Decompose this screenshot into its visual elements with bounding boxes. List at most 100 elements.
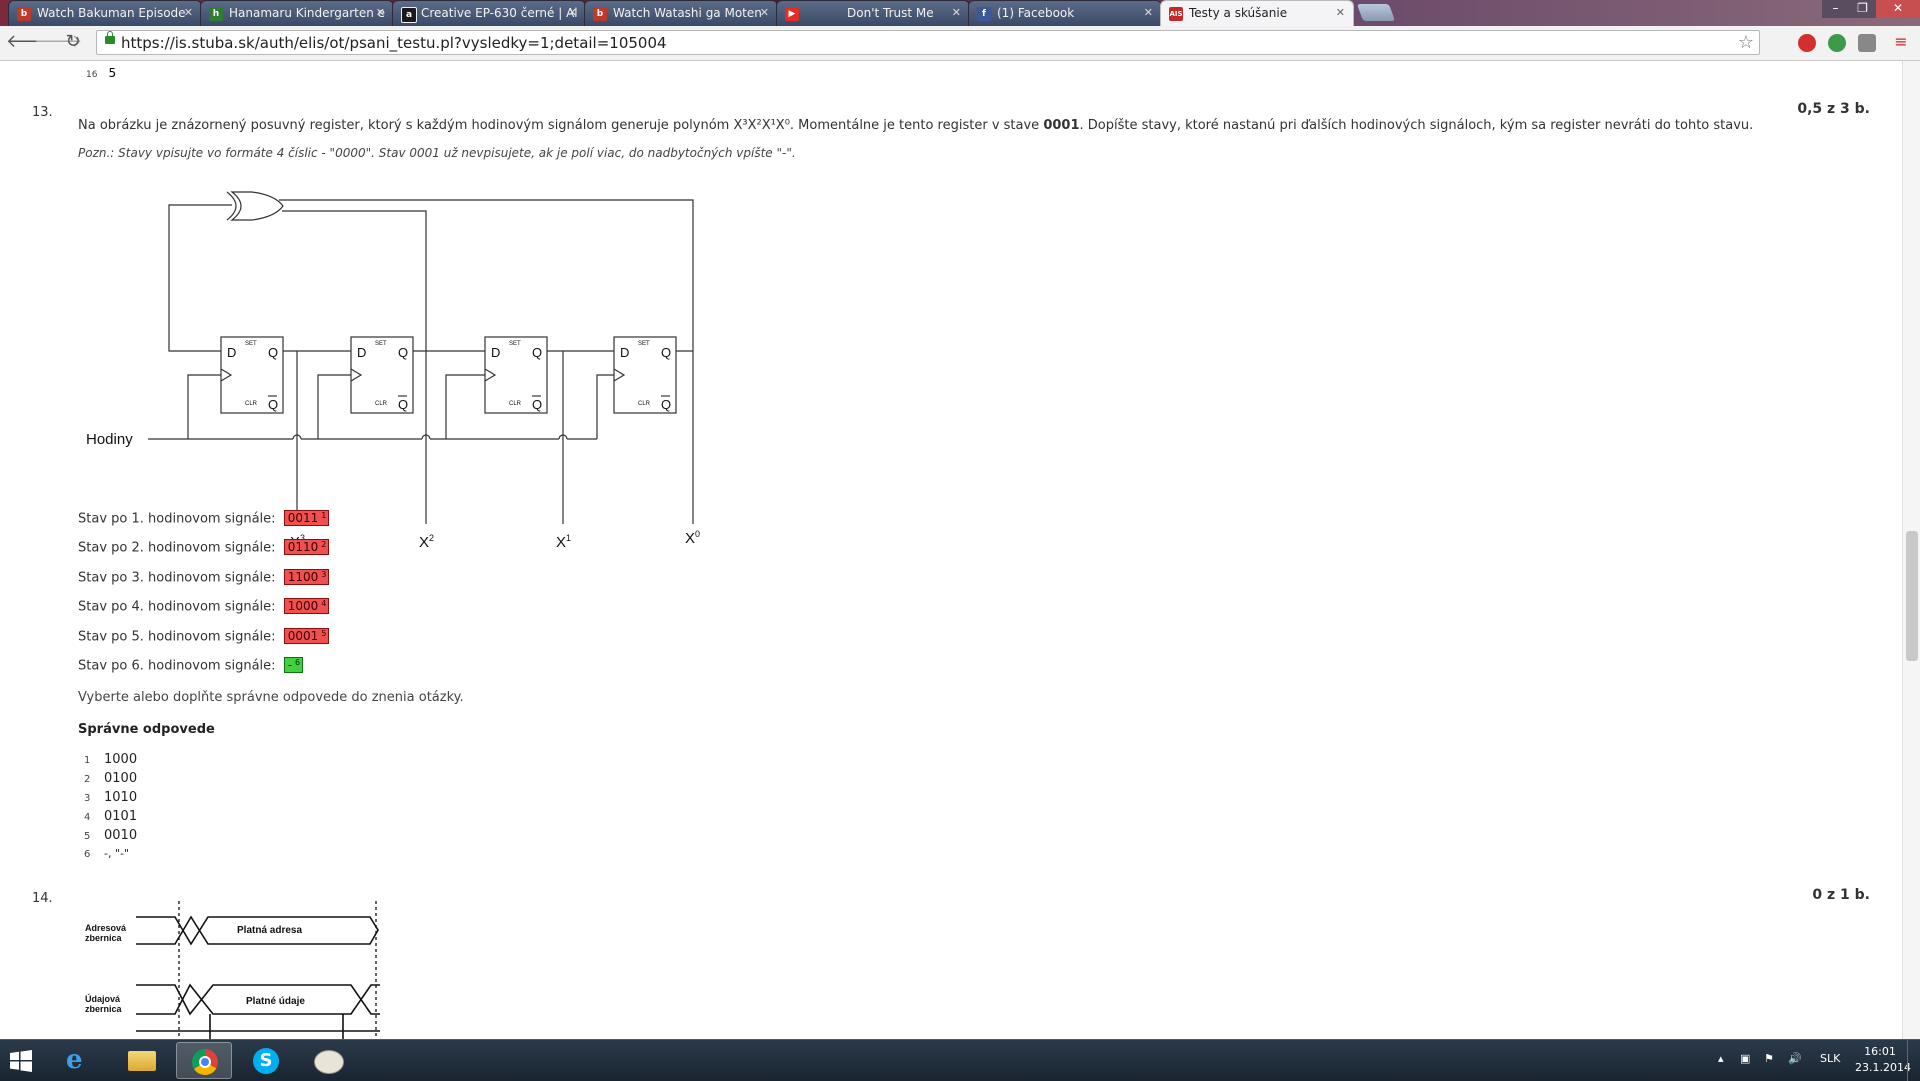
browser-tab[interactable]: f (1) Facebook ✕ [968, 0, 1162, 26]
url-text[interactable]: https://is.stuba.sk/auth/elis/ot/psani_t… [121, 34, 667, 52]
close-tab-icon[interactable]: ✕ [1336, 1, 1345, 25]
state-row: Stav po 6. hodinovom signále: -6 [78, 657, 304, 676]
adblock-extension-icon[interactable] [1798, 34, 1816, 52]
question-text: Na obrázku je znázornený posuvný registe… [78, 118, 1754, 133]
show-desktop-button[interactable] [1907, 1040, 1920, 1081]
svg-text:Q: Q [398, 397, 408, 412]
minimize-button[interactable]: – [1822, 0, 1849, 18]
svg-text:D: D [620, 345, 629, 360]
close-window-button[interactable]: ✕ [1876, 0, 1920, 18]
answer-field-correct[interactable]: -6 [283, 657, 304, 673]
back-button[interactable]: 🡐 [6, 31, 54, 53]
browser-tab[interactable]: ▶ Don't Trust Me ✕ [776, 0, 970, 26]
bus-timing-diagram: Adresová zbernica Údajová zbernica Platn… [85, 901, 380, 1039]
close-tab-icon[interactable]: ✕ [184, 1, 193, 25]
system-clock[interactable]: 16:01 23.1.2014 [1855, 1044, 1911, 1076]
windows-taskbar: e S ▴ ▣ ⚑ 🔊 SLK 16:01 23.1.2014 [0, 1039, 1920, 1081]
browser-tab[interactable]: a Creative EP-630 černé | Al ✕ [392, 0, 586, 26]
close-tab-icon[interactable]: ✕ [760, 1, 769, 25]
answer-field-wrong[interactable]: 1100 3 [283, 569, 330, 585]
page-scrollbar[interactable] [1902, 61, 1920, 1039]
extension-icon[interactable] [1828, 34, 1846, 52]
svg-text:SET: SET [638, 341, 650, 347]
answer-field-wrong[interactable]: 1000 4 [283, 598, 330, 614]
address-bar[interactable]: https://is.stuba.sk/auth/elis/ot/psani_t… [96, 30, 1760, 55]
taskbar-explorer-button[interactable] [114, 1042, 170, 1079]
close-tab-icon[interactable]: ✕ [1144, 1, 1153, 25]
svg-text:Platná adresa: Platná adresa [237, 925, 302, 936]
scrollbar-thumb[interactable] [1906, 531, 1918, 661]
initial-state: 0001 [1043, 118, 1080, 133]
shift-register-diagram: Hodiny D Q SET CLR Q D Q SET CLR Q D Q S… [86, 191, 700, 551]
tab-title: Hanamaru Kindergarten e [229, 6, 386, 20]
maximize-button[interactable]: ❐ [1849, 0, 1876, 18]
paint-icon [314, 1050, 344, 1074]
svg-text:Q: Q [268, 397, 278, 412]
answer-field-wrong[interactable]: 0001 5 [283, 628, 330, 644]
browser-title-bar: b Watch Bakuman Episode ✕ h Hanamaru Kin… [0, 0, 1920, 26]
windows-start-icon [10, 1050, 32, 1072]
network-icon[interactable]: ▣ [1740, 1052, 1750, 1065]
extension-icon[interactable] [1858, 34, 1876, 52]
correct-answers-heading: Správne odpovede [78, 722, 215, 737]
question-points: 0,5 z 3 b. [1797, 101, 1870, 117]
svg-text:SET: SET [375, 341, 387, 347]
svg-text:SET: SET [245, 341, 257, 347]
tab-title: Testy a skúšanie [1189, 6, 1288, 20]
svg-text:D: D [227, 345, 236, 360]
tap-label: X1 [556, 533, 571, 551]
show-hidden-icons[interactable]: ▴ [1718, 1052, 1724, 1065]
svg-text:Q: Q [661, 345, 671, 360]
chrome-menu-icon[interactable]: ≡ [1890, 31, 1912, 53]
youtube-icon: ▶ [785, 7, 799, 21]
new-tab-button[interactable] [1356, 4, 1396, 21]
svg-text:Platné údaje: Platné údaje [246, 996, 305, 1007]
svg-text:CLR: CLR [245, 401, 258, 407]
skype-icon: S [253, 1048, 279, 1074]
tab-title: Watch Watashi ga Moten [613, 6, 762, 20]
state-row: Stav po 5. hodinovom signále: 0001 5 [78, 628, 330, 647]
close-tab-icon[interactable]: ✕ [952, 1, 961, 25]
browser-tab-active[interactable]: AIS Testy a skúšanie ✕ [1160, 0, 1354, 26]
svg-text:Q: Q [532, 345, 542, 360]
action-center-icon[interactable]: ⚑ [1764, 1052, 1774, 1065]
answer-value: 5 [108, 66, 117, 80]
forward-button[interactable]: 🡒 [34, 31, 82, 53]
language-indicator[interactable]: SLK [1820, 1052, 1840, 1065]
state-row: Stav po 1. hodinovom signále: 0011 1 [78, 510, 330, 529]
browser-tab[interactable]: b Watch Watashi ga Moten ✕ [584, 0, 778, 26]
close-tab-icon[interactable]: ✕ [568, 1, 577, 25]
state-row: Stav po 2. hodinovom signále: 0110 2 [78, 539, 330, 558]
bookmark-star-icon[interactable]: ☆ [1738, 32, 1754, 53]
taskbar-chrome-button[interactable] [176, 1042, 232, 1079]
correct-answer-item: 2 0100 [84, 771, 138, 786]
svg-text:Q: Q [661, 397, 671, 412]
svg-text:SET: SET [509, 341, 521, 347]
answer-field-wrong[interactable]: 0011 1 [283, 510, 330, 526]
answer-field-wrong[interactable]: 0110 2 [283, 539, 330, 555]
file-explorer-icon [128, 1051, 156, 1071]
taskbar-paint-button[interactable] [300, 1042, 356, 1079]
tab-title: Creative EP-630 černé | Al [421, 6, 578, 20]
correct-answer-item: 5 0010 [84, 828, 138, 843]
browser-tab[interactable]: h Hanamaru Kindergarten e ✕ [200, 0, 394, 26]
state-row: Stav po 4. hodinovom signále: 1000 4 [78, 598, 330, 617]
reload-button[interactable]: ↻ [62, 31, 84, 53]
lock-icon [105, 31, 115, 44]
volume-icon[interactable]: 🔊 [1788, 1052, 1802, 1065]
taskbar-skype-button[interactable]: S [238, 1042, 294, 1079]
close-tab-icon[interactable]: ✕ [376, 1, 385, 25]
svg-text:Adresová: Adresová [85, 923, 127, 933]
svg-text:zbernica: zbernica [85, 933, 123, 943]
browser-tab[interactable]: b Watch Bakuman Episode ✕ [8, 0, 202, 26]
taskbar-ie-button[interactable]: e [52, 1042, 108, 1079]
shop-a-icon: a [401, 7, 417, 23]
clock-label: Hodiny [86, 431, 133, 448]
start-button[interactable] [0, 1040, 44, 1081]
tap-label: X0 [685, 529, 700, 547]
svg-text:D: D [491, 345, 500, 360]
facebook-icon: f [977, 7, 991, 21]
state-row: Stav po 3. hodinovom signále: 1100 3 [78, 569, 330, 588]
video-site-icon: b [593, 7, 607, 21]
question-number: 14. [32, 891, 53, 906]
